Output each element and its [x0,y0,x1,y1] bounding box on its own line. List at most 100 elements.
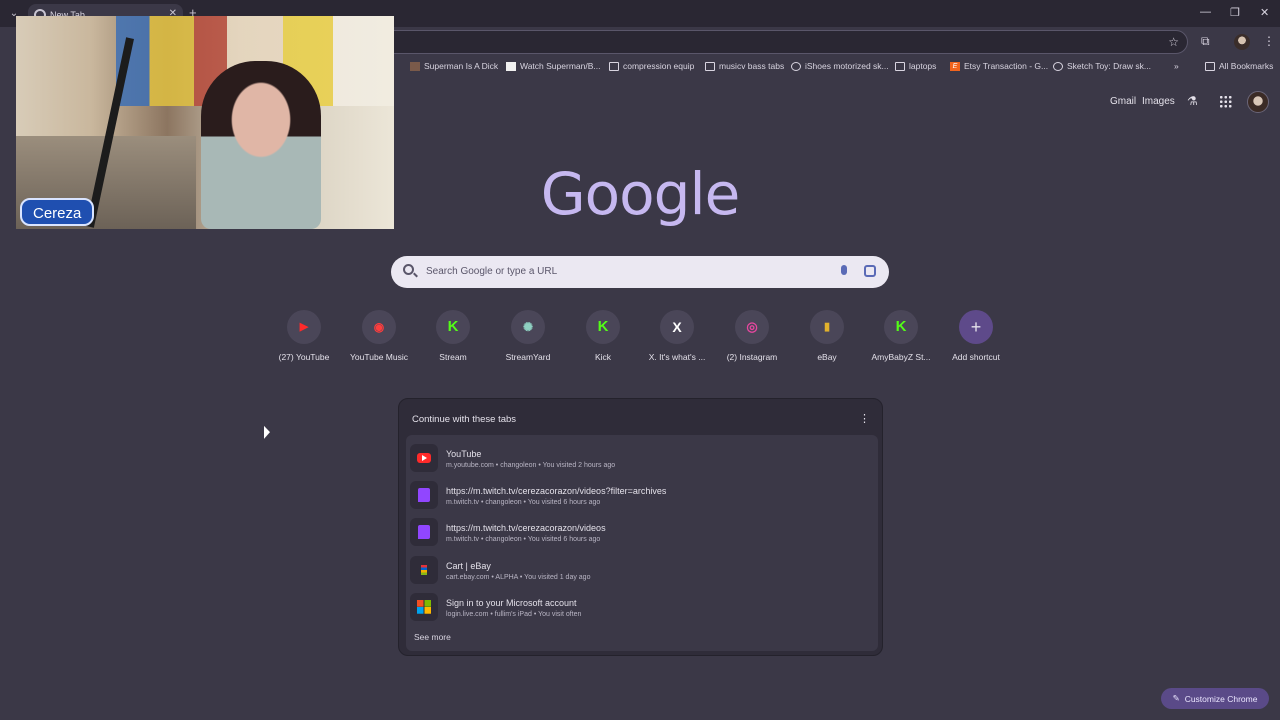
row-subtitle: login.live.com • fullim's iPad • You vis… [446,611,582,618]
shortcut-kick[interactable]: K Kick [567,310,639,362]
extensions-icon[interactable]: ⧉ [1201,34,1210,49]
youtube-icon [410,444,438,472]
search-input[interactable]: Search Google or type a URL [426,266,557,277]
ebay-icon: ▮ [810,310,844,344]
shortcut-label: YouTube Music [350,352,408,362]
shortcut-youtube-music[interactable]: ◉ YouTube Music [343,310,415,362]
voice-search-icon[interactable] [841,265,847,275]
row-title: https://m.twitch.tv/cerezacorazon/videos [446,523,606,533]
kick-icon: K [884,310,918,344]
add-shortcut-button[interactable]: + Add shortcut [940,310,1012,362]
twitch-icon [410,481,438,509]
shortcut-label: AmyBabyZ St... [871,352,931,362]
globe-icon [791,61,801,71]
row-subtitle: m.youtube.com • changoleon • You visited… [446,462,616,469]
customize-chrome-button[interactable]: ✎ Customize Chrome [1161,688,1269,709]
streamer-name-badge: Cereza [20,198,95,226]
mouse-cursor-icon [264,425,270,442]
minimize-button[interactable]: — [1200,6,1211,18]
gmail-link[interactable]: Gmail [1110,96,1136,107]
tab-list: YouTube m.youtube.com • changoleon • You… [406,435,878,651]
pencil-icon: ✎ [1172,693,1180,703]
google-lens-icon[interactable] [864,265,876,277]
bookmark-folder[interactable]: musicv bass tabs [705,61,784,71]
shortcut-amybabyz[interactable]: K AmyBabyZ St... [865,310,937,362]
card-title: Continue with these tabs [412,414,517,425]
bookmark-star-icon[interactable]: ☆ [1168,35,1179,49]
twitch-icon [410,518,438,546]
shortcut-label: eBay [817,352,837,362]
bookmark-item[interactable]: iShoes motorized sk... [791,61,889,71]
webcam-person [201,61,321,229]
bookmark-label: laptops [909,61,937,71]
row-title: https://m.twitch.tv/cerezacorazon/videos… [446,486,667,496]
shortcut-instagram[interactable]: ◎ (2) Instagram [716,310,788,362]
all-bookmarks-button[interactable]: All Bookmarks [1205,61,1273,71]
list-item[interactable]: YouTube m.youtube.com • changoleon • You… [406,439,878,475]
shortcut-ebay[interactable]: ▮ eBay [791,310,863,362]
shortcut-label: Add shortcut [952,352,1000,362]
shortcut-glyph: K [895,318,907,335]
x-icon: X [660,310,694,344]
bookmark-label: iShoes motorized sk... [805,61,889,71]
microsoft-icon [410,593,438,621]
shortcut-streamyard[interactable]: ✺ StreamYard [492,310,564,362]
list-item[interactable]: Sign in to your Microsoft account login.… [406,588,878,624]
shortcut-glyph: ▮ [823,321,831,333]
bookmark-item[interactable]: Sketch Toy: Draw sk... [1053,61,1151,71]
search-box[interactable]: Search Google or type a URL [391,256,889,288]
bookmarks-overflow-button[interactable]: » [1174,61,1179,71]
bookmark-label: compression equip [623,61,695,71]
bookmark-item[interactable]: E Etsy Transaction - G... [950,61,1048,71]
kick-icon: K [436,310,470,344]
shortcut-glyph: X [672,319,682,335]
labs-flask-icon[interactable]: ⚗ [1187,94,1198,108]
shortcut-label: X. It's what's ... [648,352,706,362]
images-link[interactable]: Images [1142,96,1175,107]
list-item[interactable]: Cart | eBay cart.ebay.com • ALPHA • You … [406,551,878,587]
list-item[interactable]: https://m.twitch.tv/cerezacorazon/videos… [406,476,878,512]
bookmark-thumbnail-icon [410,61,420,71]
folder-icon [895,61,905,71]
bookmark-item[interactable]: Watch Superman/B... [506,61,600,71]
continue-tabs-card: Continue with these tabs ⋮ YouTube m.you… [398,398,883,656]
row-title: Sign in to your Microsoft account [446,598,577,608]
shortcut-youtube[interactable]: ▶ (27) YouTube [268,310,340,362]
folder-icon [1205,61,1215,71]
profile-avatar[interactable] [1234,34,1250,50]
shortcut-glyph: K [447,318,459,335]
bookmark-label: Superman Is A Dick [424,61,499,71]
instagram-icon: ◎ [735,310,769,344]
account-avatar[interactable] [1247,91,1269,113]
bookmark-page-icon [506,61,516,71]
folder-icon [705,61,715,71]
row-title: Cart | eBay [446,561,491,571]
bookmark-label: musicv bass tabs [719,61,785,71]
row-title: YouTube [446,449,482,459]
list-item[interactable]: https://m.twitch.tv/cerezacorazon/videos… [406,513,878,549]
shortcut-stream[interactable]: K Stream [417,310,489,362]
kick-icon: K [586,310,620,344]
bookmark-item[interactable]: Superman Is A Dick [410,61,498,71]
shortcut-label: Stream [439,352,467,362]
row-subtitle: m.twitch.tv • changoleon • You visited 6… [446,536,601,543]
plus-icon: + [959,310,993,344]
close-window-button[interactable]: ✕ [1260,6,1269,19]
folder-icon [609,61,619,71]
bookmark-folder[interactable]: compression equip [609,61,694,71]
shortcut-label: (27) YouTube [278,352,330,362]
shortcut-x[interactable]: X X. It's what's ... [641,310,713,362]
bookmark-label: All Bookmarks [1219,61,1274,71]
chrome-menu-icon[interactable]: ⋮ [1263,34,1275,48]
card-menu-icon[interactable]: ⋮ [859,412,870,425]
see-more-link[interactable]: See more [414,632,451,642]
row-subtitle: m.twitch.tv • changoleon • You visited 6… [446,499,601,506]
webcam-overlay: Cereza [16,16,394,229]
streamyard-icon: ✺ [511,310,545,344]
youtube-icon: ▶ [287,310,321,344]
restore-button[interactable]: ❐ [1230,6,1240,19]
bookmark-folder[interactable]: laptops [895,61,936,71]
google-apps-icon[interactable] [1219,95,1232,108]
etsy-icon: E [950,61,960,71]
search-icon [403,264,414,275]
